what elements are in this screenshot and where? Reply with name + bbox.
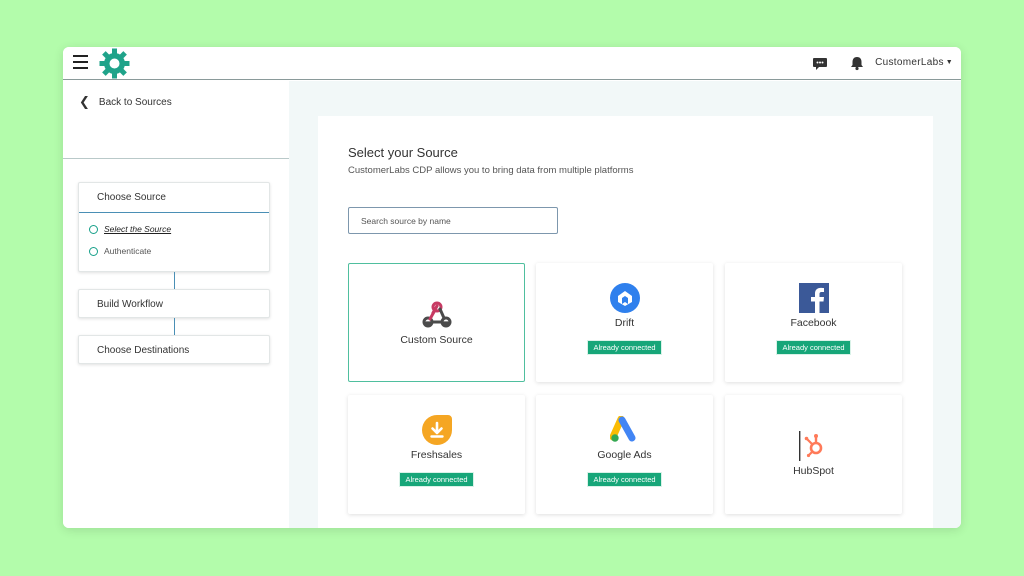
source-card-custom-source[interactable]: Custom Source <box>348 263 525 382</box>
source-card-freshsales[interactable]: Freshsales Already connected <box>348 395 525 514</box>
source-panel: Select your Source CustomerLabs CDP allo… <box>318 116 933 528</box>
facebook-icon <box>798 283 829 313</box>
status-badge: Already connected <box>776 340 851 355</box>
webhook-icon <box>422 300 452 330</box>
status-badge: Already connected <box>587 472 662 487</box>
source-name: Drift <box>614 317 635 329</box>
circle-icon <box>89 246 98 256</box>
user-menu-label: CustomerLabs <box>875 57 944 68</box>
source-card-facebook[interactable]: Facebook Already connected <box>725 263 902 382</box>
drift-icon <box>609 283 640 313</box>
circle-icon <box>89 224 98 234</box>
step-choose-source[interactable]: Choose Source Select the Source Authenti… <box>78 182 270 272</box>
step-choose-destinations[interactable]: Choose Destinations <box>78 335 270 364</box>
logo-gear-icon[interactable] <box>98 47 131 80</box>
hubspot-icon <box>798 431 829 461</box>
google-ads-icon <box>609 415 640 445</box>
menu-icon[interactable] <box>73 55 88 70</box>
page-title: Select your Source <box>348 145 458 160</box>
freshsales-icon <box>421 415 452 445</box>
source-name: HubSpot <box>793 465 834 477</box>
step-title: Choose Source <box>79 183 269 213</box>
bell-icon[interactable] <box>849 55 865 71</box>
caret-down-icon: ▼ <box>945 58 953 66</box>
back-link-label: Back to Sources <box>98 96 172 108</box>
step-title: Choose Destinations <box>97 345 190 356</box>
source-card-hubspot[interactable]: HubSpot <box>725 395 902 514</box>
main-content: Select your Source CustomerLabs CDP allo… <box>289 81 961 528</box>
step-title: Build Workflow <box>97 299 163 310</box>
chat-icon[interactable] <box>812 55 828 71</box>
app-window: CustomerLabs ▼ ❮ Back to Sources Choose S… <box>63 47 961 528</box>
source-name: Freshsales <box>410 449 463 461</box>
status-badge: Already connected <box>587 340 662 355</box>
top-bar: CustomerLabs ▼ <box>63 47 961 80</box>
source-name: Facebook <box>790 317 837 329</box>
chevron-left-icon: ❮ <box>79 94 90 109</box>
source-name: Google Ads <box>597 449 652 461</box>
substep-select-source[interactable]: Select the Source <box>79 221 269 237</box>
substep-label: Select the Source <box>104 224 172 234</box>
step-build-workflow[interactable]: Build Workflow <box>78 289 270 318</box>
back-to-sources-link[interactable]: ❮ Back to Sources <box>79 94 172 110</box>
source-name: Custom Source <box>400 334 473 346</box>
source-card-drift[interactable]: Drift Already connected <box>536 263 713 382</box>
substep-label: Authenticate <box>104 246 152 256</box>
status-badge: Already connected <box>399 472 474 487</box>
step-connector <box>174 318 175 335</box>
page-subtitle: CustomerLabs CDP allows you to bring dat… <box>348 165 634 176</box>
source-card-google-ads[interactable]: Google Ads Already connected <box>536 395 713 514</box>
step-connector <box>174 272 175 289</box>
search-input[interactable] <box>348 207 558 234</box>
user-menu[interactable]: CustomerLabs ▼ <box>875 57 953 68</box>
substep-authenticate[interactable]: Authenticate <box>79 243 269 259</box>
sidebar: ❮ Back to Sources Choose Source Select t… <box>63 81 289 528</box>
sidebar-divider <box>63 158 289 159</box>
